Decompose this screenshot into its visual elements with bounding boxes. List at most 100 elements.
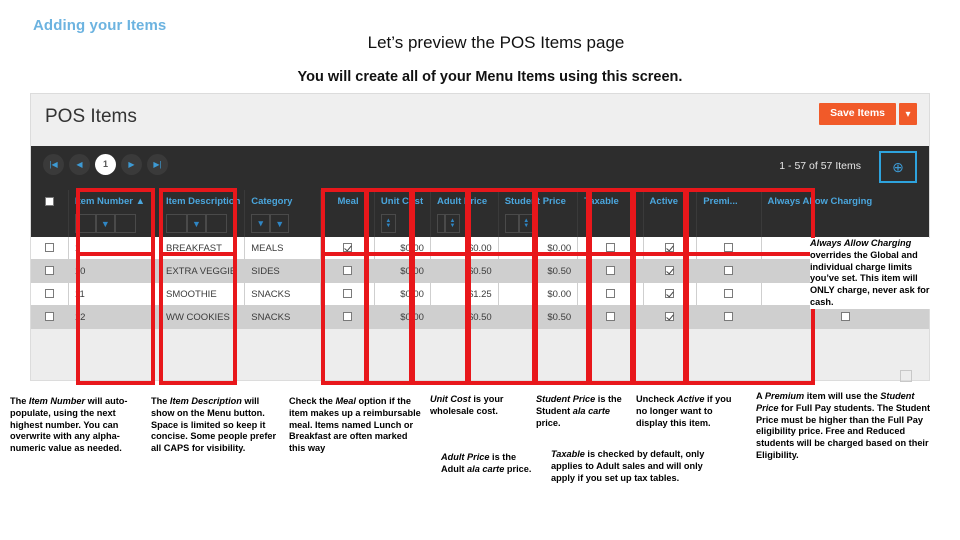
filter-adult-price-input[interactable] [436,214,445,233]
th-category[interactable]: Category ▾ ▼ [244,190,322,237]
row-select-checkbox[interactable] [44,266,54,276]
cell-active[interactable] [643,282,698,306]
app-title: POS Items [45,106,137,127]
meal-checkbox[interactable] [343,312,353,322]
cell-active[interactable] [643,237,698,260]
th-student-price[interactable]: Student Price ▲ ▼ [498,190,579,237]
filter-adult-price[interactable]: ▲ ▼ [436,214,493,233]
cell-taxable[interactable] [577,259,644,283]
filter-item-description[interactable]: ▼ [165,214,239,233]
select-all-checkbox[interactable] [45,196,55,206]
active-checkbox[interactable] [665,266,675,276]
filter-item-number[interactable]: ▼ [74,214,154,233]
cell-select[interactable] [31,282,69,306]
th-item-number[interactable]: Item Number ▲ ▼ [68,190,160,237]
table-row[interactable]: 10 EXTRA VEGGIE SIDES $0.00 $0.50 $0.50 [31,259,929,283]
cell-active[interactable] [643,259,698,283]
premium-checkbox[interactable] [724,266,734,276]
active-checkbox[interactable] [665,289,675,299]
th-unit-cost[interactable]: Unit Cost ▲ ▼ [374,190,431,237]
cell-premium[interactable] [696,282,762,306]
taxable-checkbox[interactable] [605,289,615,299]
always-allow-charging-checkbox[interactable] [841,312,851,322]
cell-unit-cost: $0.00 [374,282,431,306]
cell-taxable[interactable] [577,305,644,329]
pagination-prev-button[interactable]: ◀ [69,154,90,175]
cell-meal[interactable] [320,237,375,260]
cell-active[interactable] [643,305,698,329]
pos-items-table: Item Number ▲ ▼ Item Description ▼ Categ… [31,190,929,329]
meal-checkbox[interactable] [343,243,353,253]
table-row[interactable]: 1 BREAKFAST MEALS $0.00 $0.00 $0.00 [31,237,929,260]
cell-always-allow-charging[interactable] [761,305,929,329]
premium-checkbox[interactable] [724,289,734,299]
cell-premium[interactable] [696,259,762,283]
table-row[interactable]: 11 SMOOTHIE SNACKS $0.00 $1.25 $0.00 [31,282,929,306]
pos-items-screenshot-panel: POS Items Save Items ▾ |◀ ◀ 1 ▶ ▶| 1 - 5… [30,93,930,381]
th-meal[interactable]: Meal [320,190,375,237]
row-select-checkbox[interactable] [44,312,54,322]
th-adult-price[interactable]: Adult Price ▲ ▼ [430,190,499,237]
grid-toolbar: |◀ ◀ 1 ▶ ▶| 1 - 57 of 57 Items ⊕ [31,146,929,190]
meal-checkbox[interactable] [343,289,353,299]
cell-meal[interactable] [320,305,375,329]
row-select-checkbox[interactable] [44,243,54,253]
row-select-checkbox[interactable] [44,289,54,299]
table-body: 1 BREAKFAST MEALS $0.00 $0.00 $0.00 10 EXTRA VE… [31,237,929,329]
filter-item-description-extra[interactable] [205,214,227,233]
taxable-checkbox[interactable] [605,243,615,253]
th-unit-cost-label: Unit Cost [380,196,424,207]
pagination-page-1-button[interactable]: 1 [95,154,116,175]
th-always-allow-charging[interactable]: Always Allow Charging [761,190,929,237]
th-select-all[interactable] [31,190,69,237]
th-premium[interactable]: Premi... [696,190,762,237]
filter-icon[interactable]: ▼ [186,214,206,233]
filter-item-number-extra[interactable] [114,214,136,233]
spinner-icon[interactable]: ▲ ▼ [380,214,396,233]
chevron-down-icon[interactable]: ▾ [251,214,271,233]
filter-icon[interactable]: ▼ [270,214,290,233]
table-row[interactable]: 12 WW COOKIES SNACKS $0.00 $0.50 $0.50 [31,305,929,329]
cell-taxable[interactable] [577,237,644,260]
filter-unit-cost[interactable]: ▲ ▼ [380,214,425,233]
app-header: POS Items Save Items ▾ [31,94,929,146]
cell-premium[interactable] [696,305,762,329]
add-item-icon[interactable]: ⊕ [879,151,917,183]
cell-item-description: EXTRA VEGGIE [159,259,246,283]
cell-taxable[interactable] [577,282,644,306]
cell-meal[interactable] [320,259,375,283]
th-taxable[interactable]: Taxable [577,190,644,237]
th-active[interactable]: Active [643,190,698,237]
save-items-button[interactable]: Save Items [819,103,896,125]
active-checkbox[interactable] [665,243,675,253]
cell-meal[interactable] [320,282,375,306]
meal-checkbox[interactable] [343,266,353,276]
slide-root: Adding your Items Let’s preview the POS … [0,0,960,540]
premium-checkbox[interactable] [724,312,734,322]
spinner-icon[interactable]: ▲ ▼ [444,214,460,233]
th-item-description[interactable]: Item Description ▼ [159,190,246,237]
cell-category: SNACKS [244,305,322,329]
pagination-next-button[interactable]: ▶ [121,154,142,175]
cell-select[interactable] [31,259,69,283]
pagination-last-button[interactable]: ▶| [147,154,168,175]
filter-student-price[interactable]: ▲ ▼ [504,214,572,233]
pagination-first-button[interactable]: |◀ [43,154,64,175]
pagination[interactable]: |◀ ◀ 1 ▶ ▶| [43,154,168,175]
filter-item-description-input[interactable] [165,214,187,233]
active-checkbox[interactable] [665,312,675,322]
cell-unit-cost: $0.00 [374,237,431,260]
cell-premium[interactable] [696,237,762,260]
cell-select[interactable] [31,305,69,329]
filter-item-number-input[interactable] [74,214,96,233]
filter-icon[interactable]: ▼ [95,214,115,233]
premium-checkbox[interactable] [724,243,734,253]
taxable-checkbox[interactable] [605,266,615,276]
note-unit-cost: Unit Cost is your wholesale cost. [430,394,504,416]
save-items-menu-button[interactable]: ▾ [899,103,917,125]
spinner-icon[interactable]: ▲ ▼ [518,214,534,233]
cell-select[interactable] [31,237,69,260]
filter-student-price-input[interactable] [504,214,519,233]
taxable-checkbox[interactable] [605,312,615,322]
filter-category[interactable]: ▾ ▼ [251,214,315,233]
